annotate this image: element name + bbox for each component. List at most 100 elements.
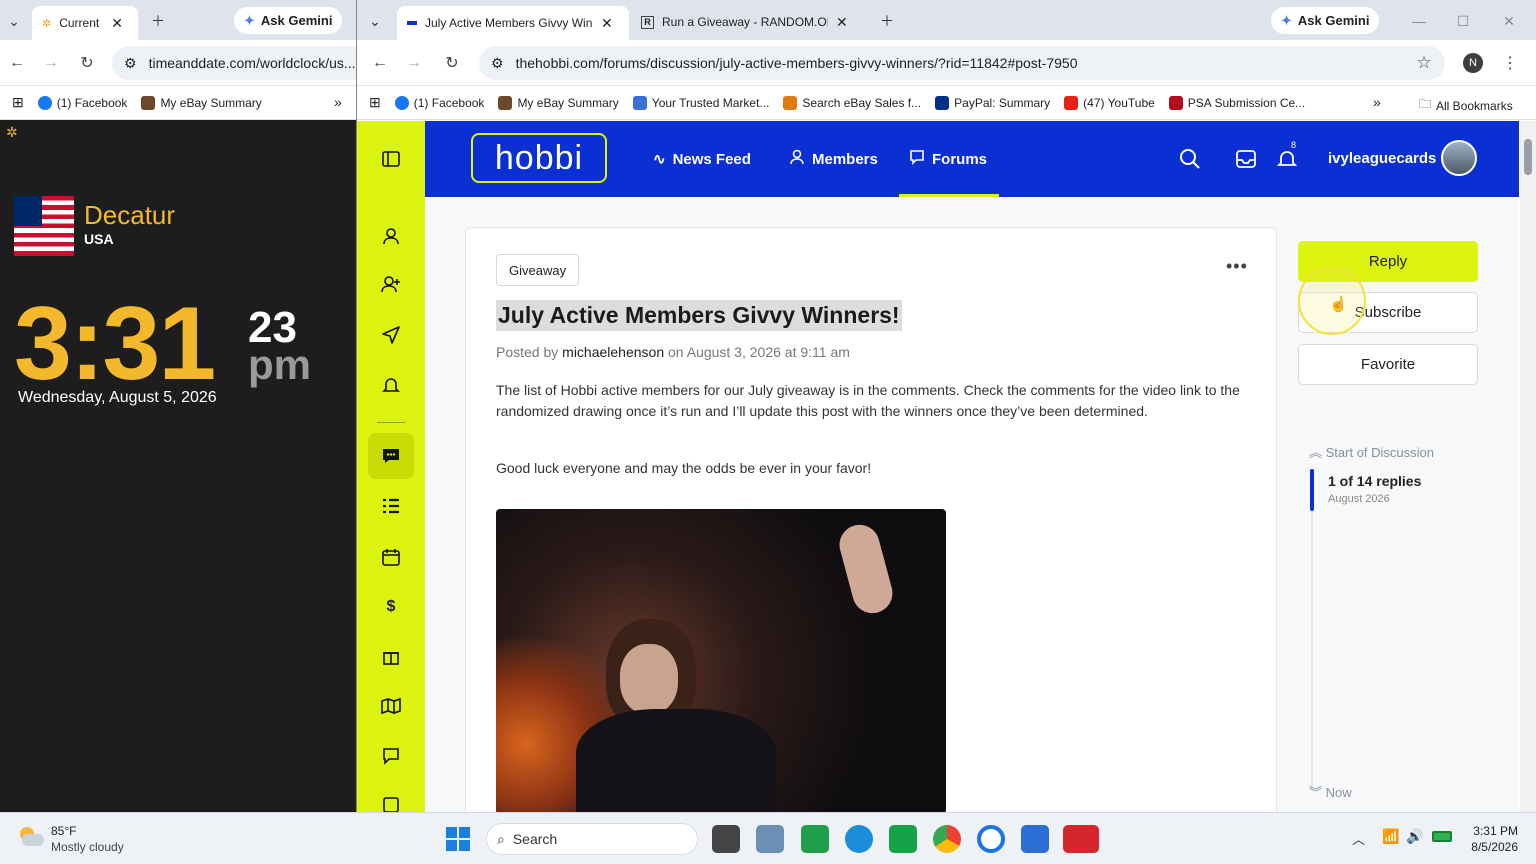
left-address-bar[interactable]: ⚙ timeanddate.com/worldclock/us... [112, 46, 356, 80]
bookmark-youtube[interactable]: (47) YouTube [1064, 95, 1155, 110]
right-url: thehobbi.com/forums/discussion/july-acti… [515, 55, 1078, 71]
calculator-icon[interactable] [756, 825, 784, 853]
bookmark-ebay-sales[interactable]: Search eBay Sales f... [783, 95, 921, 110]
user-avatar[interactable] [1441, 140, 1477, 176]
username[interactable]: ivyleaguecards [1328, 150, 1436, 167]
random-org-favicon: R [641, 15, 654, 29]
message-icon[interactable] [377, 742, 405, 770]
nav-news-feed[interactable]: ∿ News Feed [653, 121, 751, 197]
more-menu-icon[interactable]: ⋮ [1499, 52, 1521, 74]
map-icon[interactable] [377, 692, 405, 720]
red-app-icon[interactable] [1063, 825, 1099, 853]
add-friend-icon[interactable] [377, 270, 405, 298]
nav-forums[interactable]: Forums [909, 121, 987, 197]
tab-list-icon[interactable]: ⌄ [2, 10, 26, 32]
close-tab-icon[interactable]: ✕ [836, 14, 848, 31]
page-scrollbar[interactable] [1520, 121, 1536, 812]
timeline-scrubber[interactable] [1310, 469, 1314, 511]
reload-icon[interactable]: ↻ [76, 52, 98, 74]
volume-icon[interactable]: 🔊 [1406, 828, 1423, 845]
minimize-icon[interactable]: — [1407, 10, 1431, 32]
back-icon[interactable]: ← [369, 52, 391, 74]
document-icon[interactable] [377, 791, 405, 812]
tab-random-org[interactable]: R Run a Giveaway - RANDOM.OR ✕ [641, 12, 861, 32]
post-gif-image[interactable] [496, 509, 946, 812]
forward-icon[interactable]: → [403, 52, 425, 74]
chrome-icon[interactable] [933, 825, 961, 853]
apps-icon[interactable]: ⊞ [369, 94, 381, 111]
start-of-discussion[interactable]: ︽ Start of Discussion [1309, 442, 1434, 461]
profile-icon[interactable] [377, 222, 405, 250]
chrome-profile-icon[interactable] [977, 825, 1005, 853]
timeline-now[interactable]: ︾ Now [1309, 782, 1352, 801]
close-tab-icon[interactable]: ✕ [601, 15, 613, 32]
favorite-button[interactable]: Favorite [1298, 344, 1478, 385]
weather-desc[interactable]: Mostly cloudy [51, 840, 124, 854]
bookmark-facebook[interactable]: (1) Facebook [394, 95, 484, 110]
maximize-icon[interactable]: ☐ [1451, 10, 1475, 32]
new-tab-icon[interactable]: ＋ [875, 10, 899, 32]
apps-icon[interactable]: ⊞ [12, 94, 24, 111]
windows-start-icon[interactable] [446, 827, 470, 851]
ask-gemini-button-right[interactable]: ✦ Ask Gemini [1271, 7, 1380, 34]
all-bookmarks[interactable]: 🗀 All Bookmarks [1419, 95, 1513, 116]
bookmark-paypal[interactable]: PayPal: Summary [935, 95, 1050, 110]
hobbi-logo[interactable]: hobbi [471, 133, 607, 183]
app-green-icon[interactable] [889, 825, 917, 853]
bookmark-facebook-left[interactable]: (1) Facebook [37, 95, 127, 110]
forums-chat-icon[interactable] [377, 442, 405, 470]
file-explorer-icon[interactable] [712, 825, 740, 853]
site-info-icon[interactable]: ⚙ [124, 55, 137, 72]
bookmark-market[interactable]: Your Trusted Market... [632, 95, 769, 110]
nav-members[interactable]: Members [789, 121, 878, 197]
tab-list-icon[interactable]: ⌄ [363, 10, 387, 32]
scrollbar-thumb[interactable] [1524, 139, 1532, 175]
ask-gemini-button-left[interactable]: ✦ Ask Gemini [234, 7, 343, 34]
left-active-tab[interactable]: ✲ Current ✕ [32, 6, 138, 40]
battery-icon[interactable] [1432, 831, 1452, 842]
edge-icon[interactable] [845, 825, 873, 853]
weather-temp[interactable]: 85°F [51, 824, 76, 838]
send-icon[interactable] [377, 321, 405, 349]
right-address-bar[interactable]: ⚙ thehobbi.com/forums/discussion/july-ac… [479, 46, 1445, 80]
author-link[interactable]: michaelehenson [562, 344, 664, 360]
dollar-icon[interactable]: $ [377, 593, 405, 621]
all-bookmarks-label: All Bookmarks [1436, 98, 1513, 113]
taskbar-time[interactable]: 3:31 PM [1472, 824, 1518, 838]
bookmark-star-icon[interactable]: ☆ [1413, 52, 1435, 74]
inbox-icon[interactable] [1236, 149, 1256, 172]
search-icon[interactable] [1179, 148, 1201, 173]
new-tab-icon[interactable]: ＋ [146, 10, 170, 32]
bookmark-ebay[interactable]: My eBay Summary [498, 95, 619, 110]
more-bookmarks-icon[interactable]: » [1373, 94, 1381, 110]
category-tag[interactable]: Giveaway [496, 254, 580, 286]
show-hidden-icons[interactable]: ︿ [1352, 829, 1365, 848]
bell-icon[interactable] [377, 371, 405, 399]
left-browser-window: ⌄ ✲ Current ✕ ＋ ✦ Ask Gemini ← → ↻ ⚙ tim… [0, 0, 356, 812]
hobbi-favicon [407, 21, 417, 25]
close-tab-icon[interactable]: ✕ [111, 15, 123, 32]
docs-icon[interactable] [1021, 825, 1049, 853]
site-info-icon[interactable]: ⚙ [491, 55, 504, 72]
back-icon[interactable]: ← [6, 52, 28, 74]
notifications-icon[interactable] [1276, 149, 1298, 172]
taskbar-search-box[interactable]: ⌕ Search [486, 823, 698, 855]
sheets-icon[interactable] [801, 825, 829, 853]
bookmark-psa[interactable]: PSA Submission Ce... [1168, 95, 1305, 110]
forward-icon[interactable]: → [40, 52, 62, 74]
more-options-icon[interactable]: ••• [1226, 256, 1248, 277]
calendar-icon[interactable] [377, 543, 405, 571]
profile-avatar[interactable]: N [1463, 53, 1483, 73]
reload-icon[interactable]: ↻ [441, 52, 463, 74]
wifi-icon[interactable]: 📶 [1382, 828, 1399, 845]
bookmark-label: My eBay Summary [517, 95, 619, 110]
tab-hobbi[interactable]: July Active Members Givvy Win ✕ [397, 6, 629, 40]
list-icon[interactable] [377, 492, 405, 520]
toggle-sidebar-icon[interactable] [377, 145, 405, 173]
weather-cloud-icon[interactable] [18, 825, 44, 849]
bookmark-ebay-left[interactable]: My eBay Summary [141, 95, 262, 110]
gift-icon[interactable] [377, 642, 405, 670]
taskbar-date[interactable]: 8/5/2026 [1466, 840, 1518, 854]
close-window-icon[interactable]: ✕ [1497, 10, 1521, 32]
more-bookmarks-icon[interactable]: » [334, 94, 342, 110]
